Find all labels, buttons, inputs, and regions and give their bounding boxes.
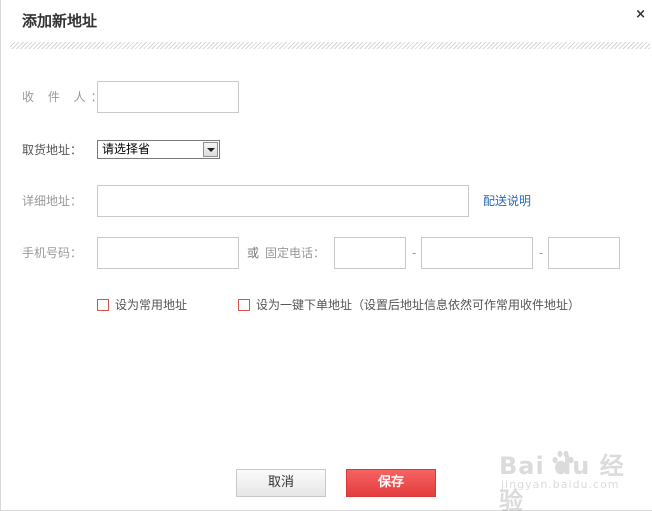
default-address-option[interactable]: 设为常用地址	[97, 297, 187, 313]
landline-label: 固定电话：	[265, 246, 326, 260]
mobile-input[interactable]	[97, 237, 239, 269]
one-click-address-checkbox[interactable]	[238, 299, 250, 311]
baidu-watermark: Bai du 经验 jingyan.baidu.com	[499, 446, 641, 511]
watermark-url: jingyan.baidu.com	[501, 478, 620, 491]
paw-icon	[552, 450, 574, 472]
detail-label: 详细地址：	[22, 194, 83, 208]
cancel-button[interactable]: 取消	[236, 469, 326, 497]
province-select-value: 请选择省	[102, 142, 151, 156]
province-select[interactable]: 请选择省	[97, 140, 220, 159]
recipient-input[interactable]	[97, 81, 239, 113]
or-text: 或	[247, 246, 260, 260]
title-divider	[10, 42, 650, 49]
dialog-title: 添加新地址	[22, 12, 98, 30]
close-icon[interactable]: ×	[635, 7, 646, 23]
default-address-checkbox[interactable]	[97, 299, 109, 311]
chevron-down-icon[interactable]	[203, 142, 218, 157]
one-click-address-label: 设为一键下单地址（设置后地址信息依然可作常用收件地址）	[256, 298, 581, 312]
save-button[interactable]: 保存	[346, 469, 436, 497]
mobile-label: 手机号码：	[22, 246, 83, 260]
detail-address-input[interactable]	[97, 185, 469, 217]
dash-separator: -	[412, 246, 417, 260]
extension-input[interactable]	[548, 237, 620, 269]
delivery-info-link[interactable]: 配送说明	[483, 193, 531, 209]
area-code-input[interactable]	[334, 237, 406, 269]
pickup-label: 取货地址：	[22, 143, 83, 157]
dash-separator: -	[539, 246, 544, 260]
recipient-label: 收 件 人：	[22, 90, 108, 104]
one-click-address-option[interactable]: 设为一键下单地址（设置后地址信息依然可作常用收件地址）	[238, 297, 580, 313]
phone-number-input[interactable]	[421, 237, 533, 269]
default-address-label: 设为常用地址	[115, 298, 188, 312]
add-address-dialog: 添加新地址 × 收 件 人： 取货地址： 请选择省 详细地址： 配送说明 手机号…	[0, 0, 652, 511]
